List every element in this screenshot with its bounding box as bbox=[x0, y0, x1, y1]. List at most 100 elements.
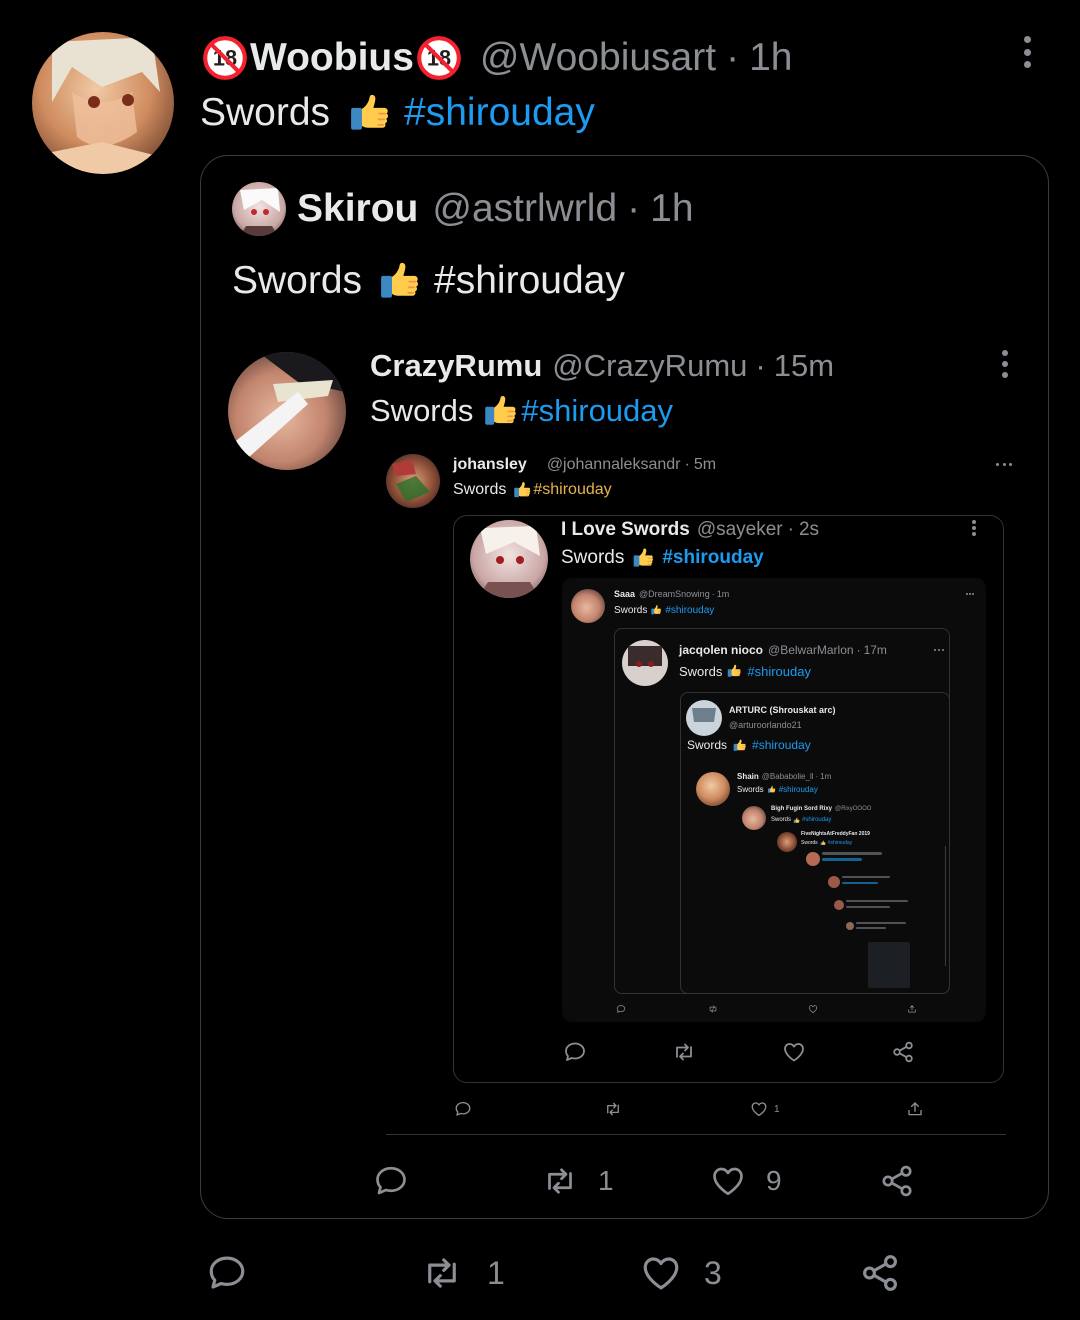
avatar-image bbox=[232, 182, 286, 236]
user-handle: @RixyOOOO bbox=[835, 806, 872, 812]
user-handle: @DreamSnowing bbox=[639, 589, 710, 599]
upload-icon bbox=[906, 1100, 924, 1118]
nested-quote-miniature bbox=[800, 846, 946, 992]
quote-text: Swords #shirouday bbox=[232, 256, 625, 306]
display-name: FiveNightsAtFreddyFan 2019 bbox=[801, 831, 870, 837]
avatar bbox=[232, 182, 286, 236]
share-icon bbox=[891, 1040, 915, 1064]
quote-header: jacqolen nioco @BelwarMarlon · 17m bbox=[679, 642, 887, 658]
hashtag-text: #shirouday bbox=[665, 604, 715, 616]
retweet-icon bbox=[708, 1004, 718, 1014]
avatar-image bbox=[742, 806, 766, 830]
avatar-image bbox=[696, 772, 730, 806]
share-button[interactable] bbox=[859, 1252, 901, 1294]
quote-header: ARTURC (Shrouskat arc) bbox=[729, 704, 836, 716]
quote-text-words: Swords bbox=[771, 817, 792, 823]
user-handle[interactable]: @Woobiusart bbox=[480, 36, 716, 80]
user-handle: @astrlwrld bbox=[432, 187, 618, 230]
like-count: 3 bbox=[704, 1254, 722, 1291]
reply-icon bbox=[454, 1100, 472, 1118]
reply-icon bbox=[616, 1004, 626, 1014]
quote-header: FiveNightsAtFreddyFan 2019 bbox=[801, 830, 870, 838]
no-under-18-icon bbox=[202, 35, 248, 81]
avatar[interactable] bbox=[32, 32, 174, 174]
thumbs-up-icon bbox=[767, 785, 776, 794]
display-name: ARTURC (Shrouskat arc) bbox=[729, 705, 836, 715]
like-button[interactable]: 3 bbox=[640, 1252, 722, 1294]
tweet-text: Swords #shirouday bbox=[200, 88, 595, 138]
separator-dot: · bbox=[726, 36, 740, 79]
retweet-icon bbox=[540, 1163, 580, 1199]
retweet-count: 1 bbox=[598, 1165, 614, 1196]
avatar-image bbox=[32, 32, 174, 174]
like-icon bbox=[750, 1100, 768, 1118]
quote-text-words: Swords bbox=[687, 738, 728, 752]
like-action: 1 bbox=[750, 1100, 780, 1118]
quote-text: Swords #shirouday bbox=[679, 662, 811, 680]
tweet-header: Woobius @Woobiusart · 1h bbox=[202, 34, 792, 82]
thumbs-up-icon bbox=[346, 90, 392, 136]
share-action bbox=[879, 1163, 915, 1199]
separator-dot: · bbox=[815, 772, 819, 781]
avatar-image bbox=[228, 352, 346, 470]
more-icon bbox=[934, 649, 944, 651]
avatar bbox=[622, 640, 668, 686]
user-handle: @CrazyRumu bbox=[552, 348, 748, 383]
hashtag-link: #shirouday bbox=[521, 393, 674, 428]
display-name: CrazyRumu bbox=[370, 348, 543, 383]
display-name: I Love Swords bbox=[561, 519, 690, 540]
timestamp: 15m bbox=[773, 348, 835, 383]
thumbs-up-icon bbox=[631, 546, 655, 570]
quote-header: Shain @Bababolie_ll · 1m bbox=[737, 771, 831, 782]
more-icon[interactable] bbox=[1021, 36, 1033, 68]
retweet-action: 1 bbox=[540, 1163, 614, 1199]
share-icon bbox=[879, 1163, 915, 1199]
thumbs-up-icon bbox=[793, 817, 800, 824]
retweet-icon bbox=[604, 1100, 622, 1118]
avatar bbox=[686, 700, 722, 736]
retweet-count: 1 bbox=[487, 1254, 505, 1291]
hashtag-link[interactable]: #shirouday bbox=[404, 91, 595, 135]
quote-handle-row: @arturoorlando21 bbox=[729, 719, 802, 731]
share-icon bbox=[859, 1252, 901, 1294]
like-count: 1 bbox=[774, 1103, 780, 1115]
display-name: jacqolen nioco bbox=[679, 643, 764, 657]
thumbs-up-icon bbox=[726, 663, 742, 679]
separator-dot: · bbox=[755, 348, 766, 383]
separator-dot: · bbox=[627, 187, 641, 230]
quote-text: Swords #shirouday bbox=[453, 479, 612, 501]
thumbs-up-icon bbox=[512, 480, 532, 500]
quote-text: Swords #shirouday bbox=[687, 737, 811, 753]
avatar bbox=[228, 352, 346, 470]
like-icon bbox=[782, 1040, 806, 1064]
display-name[interactable]: Woobius bbox=[250, 36, 414, 80]
quote-text-words: Swords bbox=[232, 259, 363, 302]
reply-button[interactable] bbox=[206, 1252, 248, 1294]
display-name: Skirou bbox=[297, 187, 419, 230]
quote-text-words: Swords bbox=[679, 663, 723, 679]
hashtag-text: #shirouday bbox=[747, 663, 811, 679]
separator-dot: · bbox=[787, 519, 794, 540]
display-name: Saaa bbox=[614, 589, 636, 599]
like-icon bbox=[808, 1004, 818, 1014]
timestamp[interactable]: 1h bbox=[749, 36, 792, 80]
quote-text-words: Swords bbox=[453, 481, 507, 498]
quote-text: Swords #shirouday bbox=[561, 545, 764, 571]
more-icon bbox=[996, 462, 1012, 466]
avatar-image bbox=[386, 454, 440, 508]
thumbs-up-icon bbox=[481, 392, 519, 430]
avatar-image bbox=[622, 640, 668, 686]
avatar-image bbox=[686, 700, 722, 736]
like-icon bbox=[710, 1163, 746, 1199]
more-icon bbox=[971, 520, 977, 536]
quote-header: Skirou @astrlwrld · 1h bbox=[297, 186, 694, 232]
timestamp: 1m bbox=[820, 772, 832, 781]
like-count: 9 bbox=[766, 1165, 782, 1196]
avatar bbox=[386, 454, 440, 508]
hashtag-text: #shirouday bbox=[802, 817, 832, 823]
avatar-image bbox=[470, 520, 548, 598]
retweet-button[interactable]: 1 bbox=[419, 1252, 505, 1294]
display-name: Bigh Fugin Sord Rixy bbox=[771, 806, 832, 812]
hashtag-text: #shirouday bbox=[752, 738, 811, 752]
thumbs-up-icon bbox=[732, 738, 747, 753]
